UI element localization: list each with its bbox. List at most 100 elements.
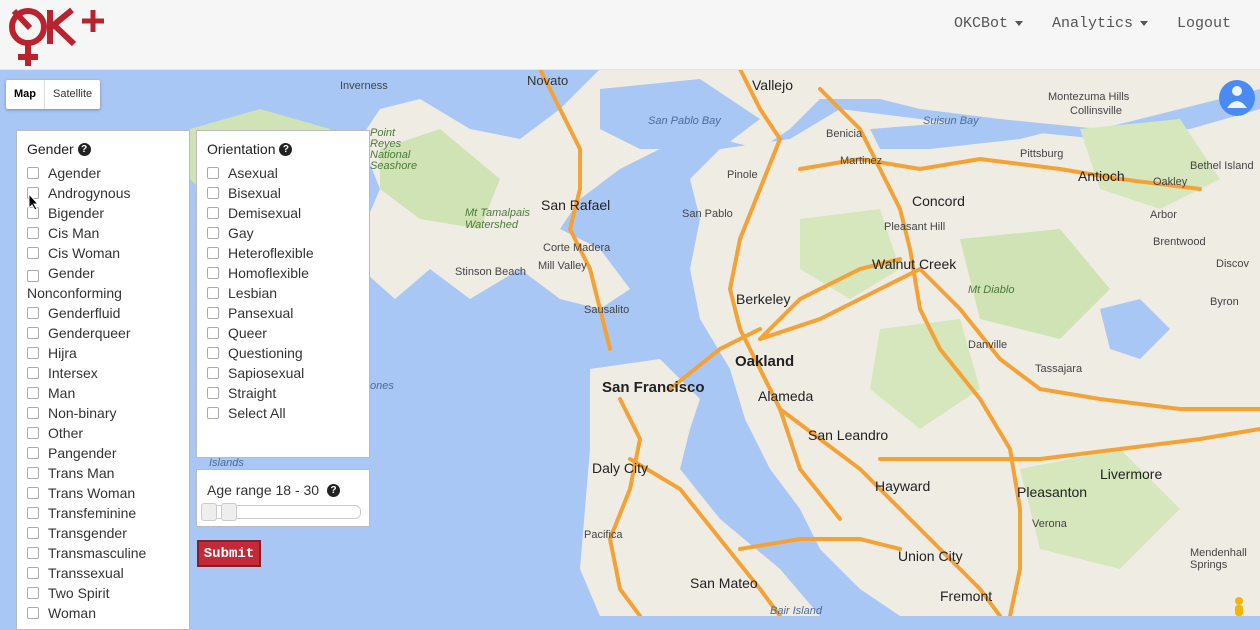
gender-option[interactable]: Man [27, 383, 189, 403]
gender-checkbox[interactable] [27, 527, 39, 539]
gender-option[interactable]: Two Spirit [27, 583, 189, 603]
orientation-checkbox[interactable] [207, 347, 219, 359]
gender-option[interactable]: Transgender [27, 523, 189, 543]
gender-option-label: Transsexual [48, 565, 124, 581]
gender-checkbox[interactable] [27, 347, 39, 359]
gender-option[interactable]: Intersex [27, 363, 189, 383]
orientation-option[interactable]: Bisexual [207, 183, 369, 203]
orientation-option[interactable]: Lesbian [207, 283, 369, 303]
gender-checkbox[interactable] [27, 227, 39, 239]
orientation-option[interactable]: Asexual [207, 163, 369, 183]
orientation-option[interactable]: Straight [207, 383, 369, 403]
orientation-checkbox[interactable] [207, 267, 219, 279]
caret-down-icon [1139, 20, 1148, 26]
orientation-option[interactable]: Heteroflexible [207, 243, 369, 263]
gender-option[interactable]: Androgynous [27, 183, 189, 203]
orientation-option[interactable]: Homoflexible [207, 263, 369, 283]
nav-analytics-dropdown[interactable]: Analytics [1052, 15, 1148, 32]
orientation-option-label: Queer [228, 325, 267, 341]
help-question-icon[interactable]: ? [77, 142, 91, 156]
gender-checkbox[interactable] [27, 367, 39, 379]
gender-checkbox[interactable] [27, 467, 39, 479]
gender-checkbox[interactable] [27, 327, 39, 339]
map-label-san-rafael: San Rafael [541, 197, 611, 213]
gender-checkbox[interactable] [27, 387, 39, 399]
age-range-max-handle[interactable] [221, 503, 237, 521]
age-range-min-handle[interactable] [201, 503, 217, 521]
gender-option-label: Trans Man [48, 465, 115, 481]
submit-button[interactable]: Submit [197, 540, 261, 567]
map-label-pacifica: Pacifica [584, 529, 623, 541]
orientation-option[interactable]: Sapiosexual [207, 363, 369, 383]
gender-checkbox[interactable] [27, 427, 39, 439]
gender-option-label: Trans Woman [48, 485, 136, 501]
gender-option[interactable]: Cis Man [27, 223, 189, 243]
gender-option[interactable]: Trans Woman [27, 483, 189, 503]
orientation-option[interactable]: Gay [207, 223, 369, 243]
gender-checkbox[interactable] [27, 587, 39, 599]
gender-option[interactable]: Transmasculine [27, 543, 189, 563]
orientation-option-label: Pansexual [228, 305, 294, 321]
gender-option[interactable]: Gender Nonconforming [27, 263, 177, 303]
gender-checkbox[interactable] [27, 567, 39, 579]
nav-logout-link[interactable]: Logout [1177, 15, 1231, 32]
map-label-sausalito: Sausalito [584, 304, 630, 316]
gender-option[interactable]: Transfeminine [27, 503, 189, 523]
gender-option-label: Hijra [48, 345, 77, 361]
orientation-checkbox[interactable] [207, 307, 219, 319]
orientation-option[interactable]: Select All [207, 403, 369, 423]
help-question-icon[interactable]: ? [279, 142, 293, 156]
gender-checkbox[interactable] [27, 167, 39, 179]
orientation-option[interactable]: Pansexual [207, 303, 369, 323]
orientation-checkbox[interactable] [207, 207, 219, 219]
okc-plus-logo[interactable] [6, 6, 110, 68]
orientation-checkbox[interactable] [207, 247, 219, 259]
map-label-oakland: Oakland [735, 353, 795, 370]
gender-option[interactable]: Agender [27, 163, 189, 183]
gender-option[interactable]: Transsexual [27, 563, 189, 583]
map-label-pleasanton: Pleasanton [1017, 484, 1088, 500]
gender-checkbox[interactable] [27, 507, 39, 519]
orientation-checkbox[interactable] [207, 187, 219, 199]
orientation-checkbox[interactable] [207, 227, 219, 239]
map-type-satellite-button[interactable]: Satellite [45, 80, 100, 109]
gender-checkbox[interactable] [27, 487, 39, 499]
nav-okcbot-dropdown[interactable]: OKCBot [954, 15, 1023, 32]
orientation-option[interactable]: Questioning [207, 343, 369, 363]
gender-option[interactable]: Pangender [27, 443, 189, 463]
orientation-checkbox[interactable] [207, 367, 219, 379]
gender-checkbox[interactable] [27, 407, 39, 419]
help-question-icon[interactable]: ? [327, 483, 341, 497]
map-label-byron: Byron [1210, 296, 1239, 308]
orientation-option[interactable]: Queer [207, 323, 369, 343]
map-label-mt-tamalpais: Mt Tamalpais Watershed [465, 207, 531, 231]
orientation-option[interactable]: Demisexual [207, 203, 369, 223]
gender-option[interactable]: Non-binary [27, 403, 189, 423]
orientation-checkbox[interactable] [207, 407, 219, 419]
orientation-checkbox[interactable] [207, 387, 219, 399]
age-range-panel: Age range 18 - 30 ? [196, 469, 370, 527]
orientation-checkbox[interactable] [207, 287, 219, 299]
gender-option[interactable]: Cis Woman [27, 243, 189, 263]
gender-checkbox[interactable] [27, 447, 39, 459]
pegman-icon[interactable] [1230, 596, 1248, 616]
orientation-checkbox[interactable] [207, 167, 219, 179]
gender-checkbox[interactable] [27, 247, 39, 259]
gender-option[interactable]: Hijra [27, 343, 189, 363]
gender-checkbox[interactable] [27, 547, 39, 559]
gender-option[interactable]: Other [27, 423, 189, 443]
gender-option[interactable]: Trans Man [27, 463, 189, 483]
map-type-map-button[interactable]: Map [6, 80, 45, 109]
gender-checkbox[interactable] [27, 607, 39, 619]
gender-checkbox[interactable] [27, 307, 39, 319]
orientation-checkbox[interactable] [207, 327, 219, 339]
gender-checkbox[interactable] [27, 270, 39, 283]
age-range-label: Age range 18 - 30 [207, 482, 320, 498]
gender-option[interactable]: Bigender [27, 203, 189, 223]
gender-option[interactable]: Genderqueer [27, 323, 189, 343]
gender-option[interactable]: Genderfluid [27, 303, 189, 323]
nav-menu: OKCBot Analytics Logout [954, 0, 1260, 46]
gender-option[interactable]: Woman [27, 603, 189, 623]
street-view-pegman-icon[interactable] [1214, 78, 1260, 118]
map-label-bethel-island: Bethel Island [1190, 160, 1254, 172]
